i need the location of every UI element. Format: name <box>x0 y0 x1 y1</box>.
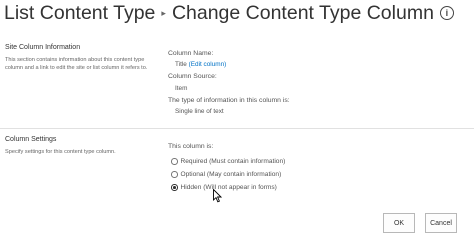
column-type-value: Single line of text <box>175 108 224 115</box>
column-source-value: Item <box>175 85 188 92</box>
column-settings-description: Specify settings for this content type c… <box>5 149 116 155</box>
column-type-label: The type of information in this column i… <box>168 97 290 104</box>
site-column-info-description: This section contains information about … <box>5 57 148 71</box>
cancel-button[interactable]: Cancel <box>425 213 457 233</box>
radio-button[interactable] <box>171 158 178 165</box>
column-name-value: Title <box>175 61 187 68</box>
ok-button[interactable]: OK <box>383 213 415 233</box>
breadcrumb-separator-icon: ▸ <box>161 8 166 18</box>
this-column-is-label: This column is: <box>168 143 214 150</box>
column-name-label: Column Name: <box>168 50 214 57</box>
radio-hidden[interactable]: Hidden (Will not appear in forms) <box>171 184 277 191</box>
radio-required-label: Required (Must contain information) <box>180 158 286 165</box>
radio-optional[interactable]: Optional (May contain information) <box>171 171 281 178</box>
breadcrumb-content-type[interactable]: List Content Type <box>4 2 155 24</box>
page: List Content Type ▸ Change Content Type Co… <box>0 0 474 240</box>
radio-required[interactable]: Required (Must contain information) <box>171 158 285 165</box>
section-divider <box>0 128 474 129</box>
edit-column-link[interactable]: (Edit column) <box>189 61 227 68</box>
column-settings-heading: Column Settings <box>5 136 57 143</box>
page-title-text: Change Content Type Column <box>171 2 434 24</box>
radio-optional-label: Optional (May contain information) <box>180 171 282 178</box>
site-column-info-heading: Site Column Information <box>5 44 81 51</box>
mouse-pointer-icon <box>213 189 222 203</box>
radio-button-selected[interactable] <box>171 184 178 191</box>
radio-hidden-label: Hidden (Will not appear in forms) <box>180 184 277 191</box>
page-title: List Content Type ▸ Change Content Type Co… <box>4 0 454 26</box>
radio-button[interactable] <box>171 171 178 178</box>
info-icon[interactable]: i <box>439 6 454 20</box>
column-source-label: Column Source: <box>168 73 217 80</box>
column-name-value-row: Title (Edit column) <box>175 61 226 68</box>
